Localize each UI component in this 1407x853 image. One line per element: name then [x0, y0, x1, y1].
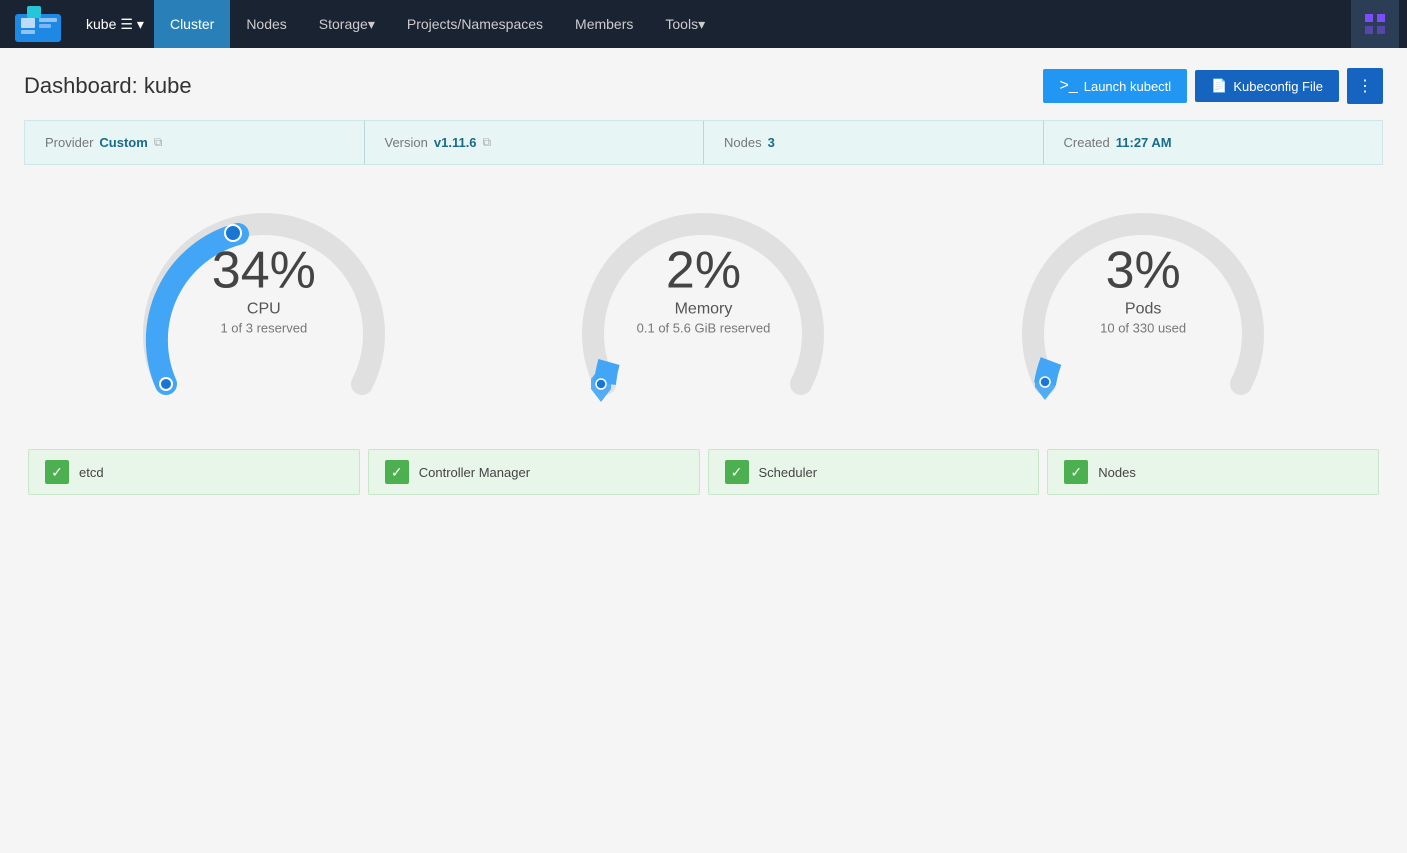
memory-gauge: 2% Memory 0.1 of 5.6 GiB reserved	[523, 189, 883, 409]
nav-item-members[interactable]: Members	[559, 0, 649, 48]
etcd-label: etcd	[79, 465, 104, 480]
nav-item-storage[interactable]: Storage ▾	[303, 0, 391, 48]
terminal-icon: >_	[1059, 77, 1077, 95]
chevron-down-icon: ▾	[368, 16, 375, 33]
nodes-check-icon: ✓	[1064, 460, 1088, 484]
chevron-down-icon: ▾	[698, 16, 705, 33]
copy-version-icon[interactable]: ⧉	[483, 135, 492, 150]
memory-label: Memory	[637, 300, 771, 318]
nav-item-nodes[interactable]: Nodes	[230, 0, 302, 48]
nav-item-cluster[interactable]: Cluster	[154, 0, 230, 48]
nav-item-tools[interactable]: Tools ▾	[649, 0, 721, 48]
cpu-percent: 34%	[212, 244, 316, 296]
pods-percent: 3%	[1100, 244, 1186, 296]
page-title: Dashboard: kube	[24, 73, 192, 99]
cluster-name: kube	[86, 16, 116, 32]
scheduler-label: Scheduler	[759, 465, 818, 480]
file-icon: 📄	[1211, 78, 1227, 94]
pods-label: Pods	[1100, 300, 1186, 318]
nodes-info: Nodes 3	[703, 121, 1043, 164]
cluster-icon: ☰	[120, 16, 133, 33]
status-nodes: ✓ Nodes	[1047, 449, 1379, 495]
nav-item-projects[interactable]: Projects/Namespaces	[391, 0, 559, 48]
cpu-sub: 1 of 3 reserved	[212, 320, 316, 335]
pods-gauge-svg: 3% Pods 10 of 330 used	[993, 189, 1293, 409]
cpu-gauge-svg: 34% CPU 1 of 3 reserved	[114, 189, 414, 409]
cpu-gauge: 34% CPU 1 of 3 reserved	[84, 189, 444, 409]
version-info: Version v1.11.6 ⧉	[364, 121, 704, 164]
provider-info: Provider Custom ⧉	[25, 121, 364, 164]
etcd-check-icon: ✓	[45, 460, 69, 484]
gauges-row: 34% CPU 1 of 3 reserved	[24, 189, 1383, 409]
kubeconfig-file-button[interactable]: 📄 Kubeconfig File	[1195, 70, 1339, 102]
memory-gauge-svg: 2% Memory 0.1 of 5.6 GiB reserved	[553, 189, 853, 409]
cpu-center-text: 34% CPU 1 of 3 reserved	[212, 244, 316, 335]
status-scheduler: ✓ Scheduler	[708, 449, 1040, 495]
pods-gauge: 3% Pods 10 of 330 used	[963, 189, 1323, 409]
more-actions-button[interactable]: ⋮	[1347, 68, 1383, 104]
scheduler-check-icon: ✓	[725, 460, 749, 484]
status-etcd: ✓ etcd	[28, 449, 360, 495]
cluster-selector[interactable]: kube ☰ ▾	[76, 16, 154, 33]
pods-sub: 10 of 330 used	[1100, 320, 1186, 335]
created-info: Created 11:27 AM	[1043, 121, 1383, 164]
info-bar: Provider Custom ⧉ Version v1.11.6 ⧉ Node…	[24, 120, 1383, 165]
cpu-label: CPU	[212, 300, 316, 318]
launch-kubectl-button[interactable]: >_ Launch kubectl	[1043, 69, 1187, 103]
pods-center-text: 3% Pods 10 of 330 used	[1100, 244, 1186, 335]
page-content: Dashboard: kube >_ Launch kubectl 📄 Kube…	[0, 48, 1407, 515]
topnav: kube ☰ ▾ Cluster Nodes Storage ▾ Project…	[0, 0, 1407, 48]
nav-right	[1351, 0, 1399, 48]
chevron-down-icon: ▾	[137, 16, 144, 33]
controller-manager-label: Controller Manager	[419, 465, 530, 480]
page-header: Dashboard: kube >_ Launch kubectl 📄 Kube…	[24, 68, 1383, 104]
copy-provider-icon[interactable]: ⧉	[154, 135, 163, 150]
nodes-status-label: Nodes	[1098, 465, 1136, 480]
status-controller-manager: ✓ Controller Manager	[368, 449, 700, 495]
memory-center-text: 2% Memory 0.1 of 5.6 GiB reserved	[637, 244, 771, 335]
controller-check-icon: ✓	[385, 460, 409, 484]
grid-icon-button[interactable]	[1351, 0, 1399, 48]
memory-sub: 0.1 of 5.6 GiB reserved	[637, 320, 771, 335]
header-buttons: >_ Launch kubectl 📄 Kubeconfig File ⋮	[1043, 68, 1383, 104]
memory-percent: 2%	[637, 244, 771, 296]
status-bar: ✓ etcd ✓ Controller Manager ✓ Scheduler …	[24, 449, 1383, 495]
logo	[8, 4, 68, 44]
